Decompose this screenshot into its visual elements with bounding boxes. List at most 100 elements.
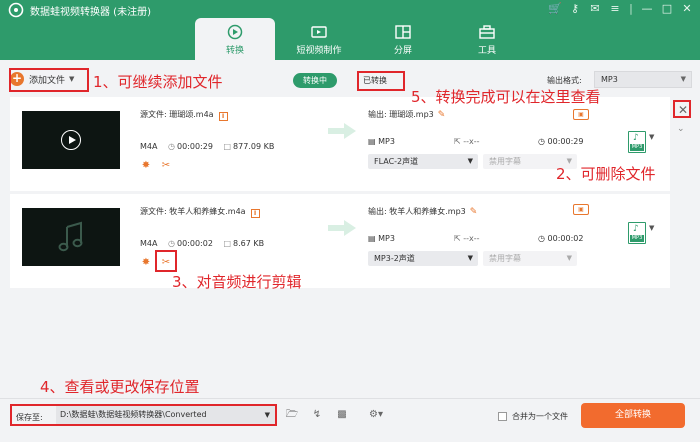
chevron-down-icon[interactable]: ▼	[649, 224, 654, 232]
scissors-icon[interactable]: ✂	[160, 160, 172, 172]
output-resolution-text: --x--	[463, 137, 480, 146]
maximize-icon[interactable]: □	[660, 2, 674, 16]
output-duration: ◷ 00:00:29	[538, 137, 584, 146]
source-size: 877.09 KB	[233, 142, 275, 151]
video-thumbnail[interactable]	[22, 111, 120, 169]
tab-label: 短视频制作	[296, 46, 342, 56]
output-format: ▤ MP3	[368, 137, 395, 146]
info-icon[interactable]: i	[218, 112, 228, 121]
info-icon[interactable]: i	[250, 209, 260, 218]
enhance-icon[interactable]: ✸	[140, 160, 152, 172]
hardware-accel-off-icon[interactable]: ↯	[309, 407, 325, 423]
source-file-text: 源文件: 牧羊人和养蜂女.m4a	[140, 207, 246, 216]
divider: |	[629, 2, 633, 15]
tab-label: 分屏	[393, 46, 412, 56]
arrow-right-icon	[328, 123, 356, 139]
audio-track-value: MP3-2声道	[374, 254, 415, 263]
format-badge-label: MP3	[630, 144, 644, 151]
annotation-edit-audio: 3、对音频进行剪辑	[172, 273, 302, 291]
window-controls: 🛒 ⚷ ✉ ≡ | — □ ✕	[548, 2, 694, 16]
arrow-right-icon	[328, 220, 356, 236]
play-icon[interactable]	[61, 130, 81, 150]
menu-icon[interactable]: ≡	[608, 2, 622, 16]
source-format: M4A	[140, 239, 158, 248]
tab-convert[interactable]: 转换	[195, 18, 275, 60]
minimize-icon[interactable]: —	[640, 2, 654, 16]
cart-icon[interactable]: 🛒	[548, 2, 562, 16]
output-file-text: 输出: 牧羊人和养蜂女.mp3	[368, 207, 466, 216]
close-icon[interactable]: ✕	[680, 2, 694, 16]
output-format-text: MP3	[378, 234, 395, 243]
edit-tools: ✸ ✂	[140, 160, 172, 172]
source-format: M4A	[140, 142, 158, 151]
output-file-name: 输出: 珊瑚颂.mp3 ✎	[368, 109, 445, 120]
merge-checkbox[interactable]: 合并为一个文件	[498, 411, 568, 422]
output-duration-text: 00:00:02	[547, 234, 584, 243]
chevron-down-icon: ▼	[467, 157, 473, 165]
annotation-converted: 5、转换完成可以在这里查看	[411, 88, 601, 106]
output-file-text: 输出: 珊瑚颂.mp3	[368, 110, 434, 119]
source-meta: M4A ◷ 00:00:29 □ 877.09 KB	[140, 142, 282, 151]
enhance-icon[interactable]: ✸	[140, 257, 152, 269]
mp3-format-icon[interactable]: ♪ MP3	[628, 131, 646, 153]
toolbox-icon	[479, 25, 495, 39]
source-duration: 00:00:02	[177, 239, 213, 248]
output-format-select[interactable]: MP3 ▼	[594, 71, 692, 88]
convert-icon	[227, 24, 243, 40]
gpu-off-icon[interactable]: ▩	[334, 407, 350, 423]
output-resolution: ⇱ --x--	[454, 234, 480, 243]
main-tabs: 转换 短视频制作 分屏 工具	[195, 18, 531, 60]
highlight-box	[9, 68, 89, 92]
convert-all-button[interactable]: 全部转换	[581, 403, 685, 428]
checkbox[interactable]	[498, 412, 507, 421]
tab-split-screen[interactable]: 分屏	[363, 18, 443, 60]
converting-tab[interactable]: 转换中	[293, 73, 337, 88]
app-title: 数据蛙视频转换器 (未注册)	[30, 7, 151, 18]
source-duration: 00:00:29	[177, 142, 213, 151]
app-logo-icon	[8, 2, 24, 18]
file-size-icon: □	[223, 239, 232, 248]
highlight-box	[357, 71, 405, 91]
output-resolution: ⇱ --x--	[454, 137, 480, 146]
pencil-icon[interactable]: ✎	[470, 207, 478, 217]
highlight-box	[10, 404, 277, 426]
chevron-down-icon[interactable]: ⌄	[677, 124, 685, 134]
output-info-icon[interactable]: ▣	[573, 204, 589, 215]
merge-label: 合并为一个文件	[512, 412, 568, 421]
subtitle-value: 禁用字幕	[489, 254, 521, 263]
key-icon[interactable]: ⚷	[568, 2, 582, 16]
audio-track-select[interactable]: MP3-2声道 ▼	[368, 251, 478, 266]
chevron-down-icon: ▼	[467, 254, 473, 262]
video-maker-icon	[311, 26, 327, 38]
output-info-icon[interactable]: ▣	[573, 109, 589, 120]
subtitle-select[interactable]: 禁用字幕 ▼	[483, 251, 577, 266]
highlight-box	[673, 100, 691, 118]
output-file-name: 输出: 牧羊人和养蜂女.mp3 ✎	[368, 206, 477, 217]
source-meta: M4A ◷ 00:00:02 □ 8.67 KB	[140, 239, 272, 248]
feedback-icon[interactable]: ✉	[588, 2, 602, 16]
source-file-text: 源文件: 珊瑚颂.m4a	[140, 110, 214, 119]
output-duration: ◷ 00:00:02	[538, 234, 584, 243]
clock-icon: ◷	[168, 239, 175, 248]
folder-icon[interactable]: 🗁	[284, 407, 300, 423]
tab-label: 转换	[225, 46, 244, 56]
tab-toolbox[interactable]: 工具	[447, 18, 527, 60]
tab-video-maker[interactable]: 短视频制作	[279, 18, 359, 60]
settings-gear-icon[interactable]: ⚙▾	[362, 407, 390, 423]
subtitle-value: 禁用字幕	[489, 157, 521, 166]
tab-label: 工具	[477, 46, 496, 56]
chevron-down-icon[interactable]: ▼	[649, 133, 654, 141]
file-size-icon: □	[223, 142, 232, 151]
output-format: ▤ MP3	[368, 234, 395, 243]
file-item: 源文件: 牧羊人和养蜂女.m4a i M4A ◷ 00:00:02 □ 8.67 KB…	[10, 194, 670, 288]
audio-thumbnail[interactable]	[22, 208, 120, 266]
chevron-down-icon: ▼	[680, 75, 686, 83]
audio-track-select[interactable]: FLAC-2声道 ▼	[368, 154, 478, 169]
output-resolution-text: --x--	[463, 234, 480, 243]
chevron-down-icon: ▼	[566, 254, 572, 262]
format-badge-label: MP3	[630, 235, 644, 242]
annotation-delete: 2、可删除文件	[556, 165, 656, 183]
output-format-value: MP3	[601, 75, 618, 84]
mp3-format-icon[interactable]: ♪ MP3	[628, 222, 646, 244]
pencil-icon[interactable]: ✎	[438, 110, 446, 120]
